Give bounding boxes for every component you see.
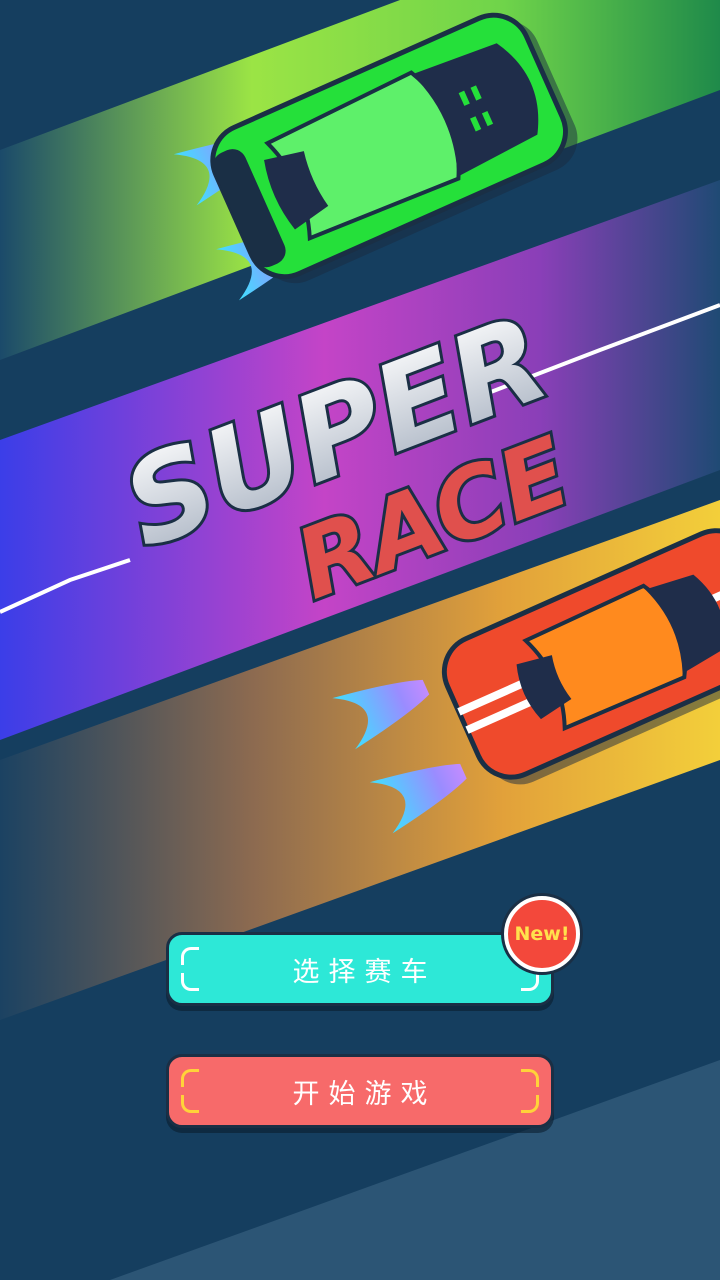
bracket-bottom-right <box>521 973 539 991</box>
bracket-bottom-left <box>181 1095 199 1113</box>
bracket-top-right <box>521 1069 539 1087</box>
bracket-bottom-right <box>521 1095 539 1113</box>
start-game-label: 开始游戏 <box>292 1078 437 1110</box>
bracket-top-left <box>181 1069 199 1087</box>
select-car-button[interactable]: 选择赛车 <box>166 932 554 1006</box>
bracket-top-left <box>181 947 199 965</box>
select-car-label: 选择赛车 <box>292 956 437 988</box>
start-game-button[interactable]: 开始游戏 <box>166 1054 554 1128</box>
new-badge: New! <box>504 896 580 972</box>
bracket-bottom-left <box>181 973 199 991</box>
